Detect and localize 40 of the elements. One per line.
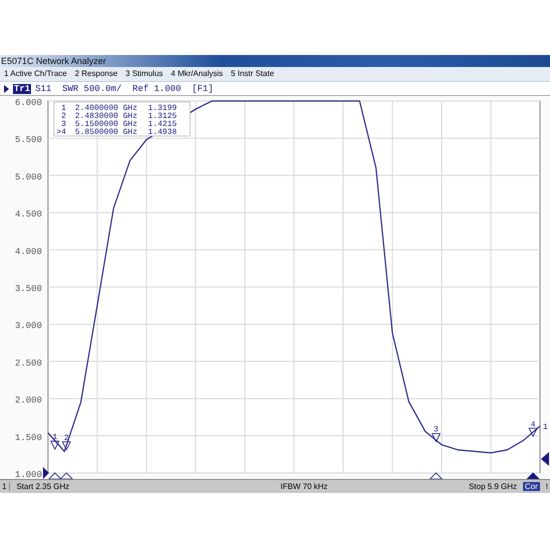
- marker-number: >4: [56, 128, 66, 137]
- ifbw-setting: IFBW 70 kHz: [280, 482, 328, 491]
- marker-value: 1.3125: [148, 112, 177, 121]
- marker-frequency: 5.1500000 GHz: [75, 120, 138, 129]
- marker-number: 3: [61, 120, 66, 129]
- y-tick-label: 1.000: [14, 470, 42, 479]
- y-tick-label: 5.500: [14, 135, 42, 146]
- menu-item[interactable]: 2 Response: [74, 67, 118, 81]
- y-tick-label: 2.500: [14, 358, 42, 368]
- correction-indicator: Cor: [522, 482, 540, 491]
- marker-number: 1: [61, 104, 66, 113]
- marker-frequency: 2.4000000 GHz: [75, 104, 138, 113]
- menu-item[interactable]: 1 Active Ch/Trace: [4, 67, 67, 81]
- menu-item[interactable]: 3 Stimulus: [126, 67, 163, 81]
- y-tick-label: 3.500: [14, 284, 42, 294]
- marker-value: 1.3199: [148, 104, 177, 113]
- channel-number: 1: [2, 482, 10, 491]
- y-tick-label: 3.000: [14, 321, 42, 332]
- menu-item[interactable]: 5 Instr State: [230, 67, 274, 81]
- stop-frequency: Stop 5.9 GHz: [468, 482, 517, 491]
- start-frequency: Start 2.35 GHz: [16, 482, 70, 491]
- window-title: E5071C Network Analyzer: [1, 56, 106, 66]
- menu-item[interactable]: 4 Mkr/Analysis: [170, 67, 223, 81]
- y-tick-label: 4.000: [14, 246, 42, 257]
- marker-value: 1.4938: [148, 128, 177, 137]
- trace-number: 1: [543, 423, 548, 432]
- trace-settings: S11 SWR 500.0m/ Ref 1.000 [F1]: [35, 84, 214, 94]
- marker-number: 2: [61, 112, 66, 121]
- warning-indicator: !: [546, 482, 548, 491]
- trace-tab[interactable]: Tr1: [13, 84, 32, 94]
- reference-arrow-icon: [43, 467, 49, 479]
- y-tick-label: 5.000: [14, 172, 42, 182]
- marker-frequency: 5.8500000 GHz: [75, 128, 138, 137]
- y-tick-label: 2.000: [14, 396, 42, 406]
- marker-value: 1.4215: [148, 120, 177, 129]
- y-tick-label: 4.500: [14, 210, 42, 220]
- y-tick-label: 1.500: [14, 432, 42, 443]
- y-tick-label: 6.000: [14, 98, 42, 108]
- right-arrow-icon: [541, 452, 549, 466]
- marker-frequency: 2.4830000 GHz: [75, 112, 138, 121]
